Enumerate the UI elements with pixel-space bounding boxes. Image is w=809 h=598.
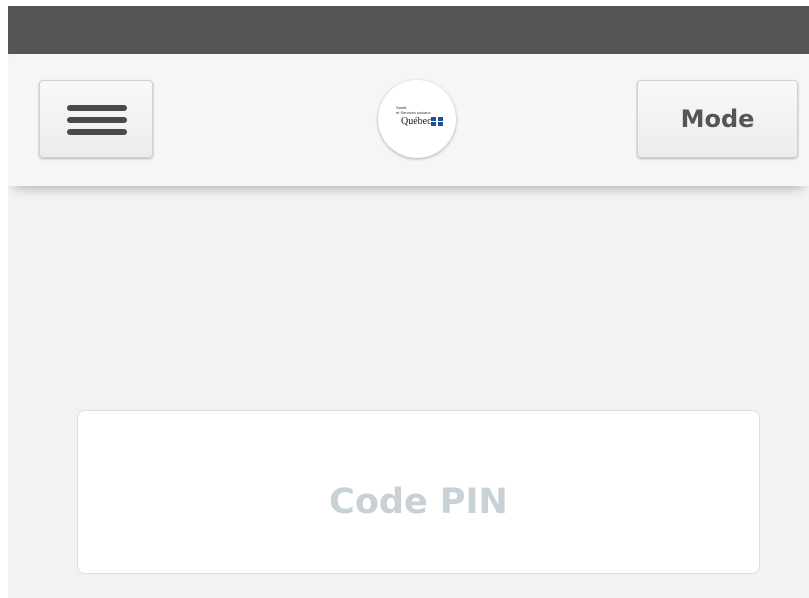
- mode-button[interactable]: Mode: [637, 80, 798, 158]
- hamburger-icon: [67, 105, 127, 135]
- menu-button[interactable]: [39, 80, 153, 158]
- quebec-flag-icon: [431, 117, 443, 126]
- quebec-logo: Santé et Services sociaux Québec: [378, 80, 456, 158]
- pin-input[interactable]: Code PIN: [77, 410, 760, 574]
- logo-line2: et Services sociaux: [396, 110, 431, 115]
- device-screen: Santé et Services sociaux Québec Mode Co…: [8, 6, 809, 598]
- app-header: Santé et Services sociaux Québec Mode: [8, 54, 809, 186]
- status-bar: [8, 6, 809, 54]
- app-view: Santé et Services sociaux Québec Mode Co…: [8, 54, 809, 598]
- logo-name: Québec: [401, 116, 432, 127]
